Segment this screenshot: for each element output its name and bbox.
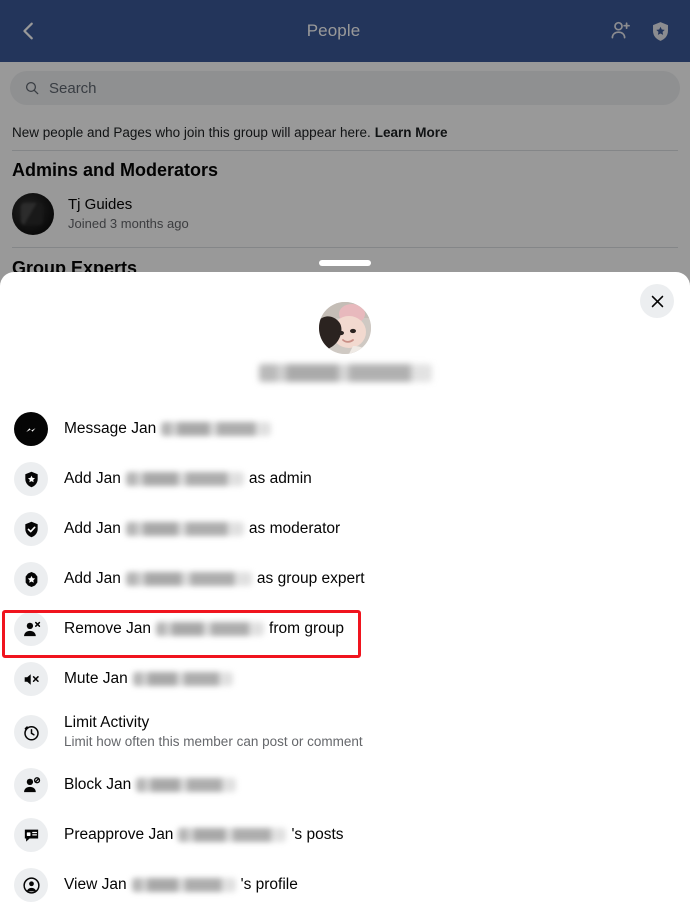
menu-item-limit-activity[interactable]: Limit Activity Limit how often this memb… xyxy=(0,704,690,760)
member-profile-photo xyxy=(319,302,371,354)
menu-item-label: Add Jan as admin xyxy=(64,470,312,488)
avatar[interactable] xyxy=(319,302,371,354)
menu-item-view-profile[interactable]: View Jan 's profile xyxy=(0,860,690,910)
redacted-name xyxy=(125,572,252,586)
label-prefix: Add Jan xyxy=(64,570,121,587)
member-actions-sheet: Message Jan Add Jan as admin Add Jan as … xyxy=(0,272,690,920)
redacted-name xyxy=(125,522,244,536)
menu-item-block[interactable]: Block Jan xyxy=(0,760,690,810)
label-prefix: Message Jan xyxy=(64,420,157,437)
redacted-name xyxy=(125,472,244,486)
menu-item-label: Add Jan as group expert xyxy=(64,570,365,588)
menu-item-mute[interactable]: Mute Jan xyxy=(0,654,690,704)
label-suffix: as group expert xyxy=(256,570,365,587)
label-suffix: as moderator xyxy=(248,520,341,537)
person-remove-icon xyxy=(14,612,48,646)
sheet-header xyxy=(0,272,690,382)
label-title: Limit Activity xyxy=(64,714,150,731)
redacted-name xyxy=(131,878,236,892)
label-suffix: 's posts xyxy=(291,826,344,843)
member-name-redacted xyxy=(258,364,432,382)
menu-item-label: Mute Jan xyxy=(64,670,238,688)
sheet-drag-handle[interactable] xyxy=(319,260,371,266)
redacted-name xyxy=(178,828,287,842)
menu-item-preapprove-posts[interactable]: Preapprove Jan 's posts xyxy=(0,810,690,860)
badge-star-icon xyxy=(14,562,48,596)
close-icon xyxy=(651,295,663,307)
menu-item-label: Message Jan xyxy=(64,420,276,438)
menu-item-label: Add Jan as moderator xyxy=(64,520,340,538)
redacted-name xyxy=(156,622,265,636)
label-prefix: Preapprove Jan xyxy=(64,826,174,843)
speaker-mute-icon xyxy=(14,662,48,696)
shield-star-icon xyxy=(14,462,48,496)
label-prefix: Add Jan xyxy=(64,520,121,537)
timer-icon xyxy=(14,715,48,749)
redacted-name xyxy=(132,672,233,686)
messenger-icon xyxy=(14,412,48,446)
menu-item-message[interactable]: Message Jan xyxy=(0,404,690,454)
person-block-icon xyxy=(14,768,48,802)
label-subtitle: Limit how often this member can post or … xyxy=(64,734,363,749)
label-prefix: Block Jan xyxy=(64,776,132,793)
menu-item-label: Limit Activity Limit how often this memb… xyxy=(64,713,363,751)
label-suffix: 's profile xyxy=(240,876,298,893)
redacted-name xyxy=(136,778,237,792)
menu-item-label: View Jan 's profile xyxy=(64,876,298,894)
redacted-name xyxy=(161,422,272,436)
menu-item-add-moderator[interactable]: Add Jan as moderator xyxy=(0,504,690,554)
menu-item-add-admin[interactable]: Add Jan as admin xyxy=(0,454,690,504)
profile-circle-icon xyxy=(14,868,48,902)
menu-item-label: Block Jan xyxy=(64,776,241,794)
label-prefix: View Jan xyxy=(64,876,127,893)
label-prefix: Mute Jan xyxy=(64,670,128,687)
comment-approve-icon xyxy=(14,818,48,852)
label-suffix: from group xyxy=(269,620,344,637)
label-prefix: Add Jan xyxy=(64,470,121,487)
actions-menu: Message Jan Add Jan as admin Add Jan as … xyxy=(0,404,690,910)
shield-check-icon xyxy=(14,512,48,546)
menu-item-label: Remove Jan from group xyxy=(64,620,344,638)
label-prefix: Remove Jan xyxy=(64,620,152,637)
close-button[interactable] xyxy=(640,284,674,318)
menu-item-label: Preapprove Jan 's posts xyxy=(64,826,344,844)
menu-item-add-group-expert[interactable]: Add Jan as group expert xyxy=(0,554,690,604)
label-suffix: as admin xyxy=(248,470,312,487)
menu-item-remove-from-group[interactable]: Remove Jan from group xyxy=(0,604,690,654)
